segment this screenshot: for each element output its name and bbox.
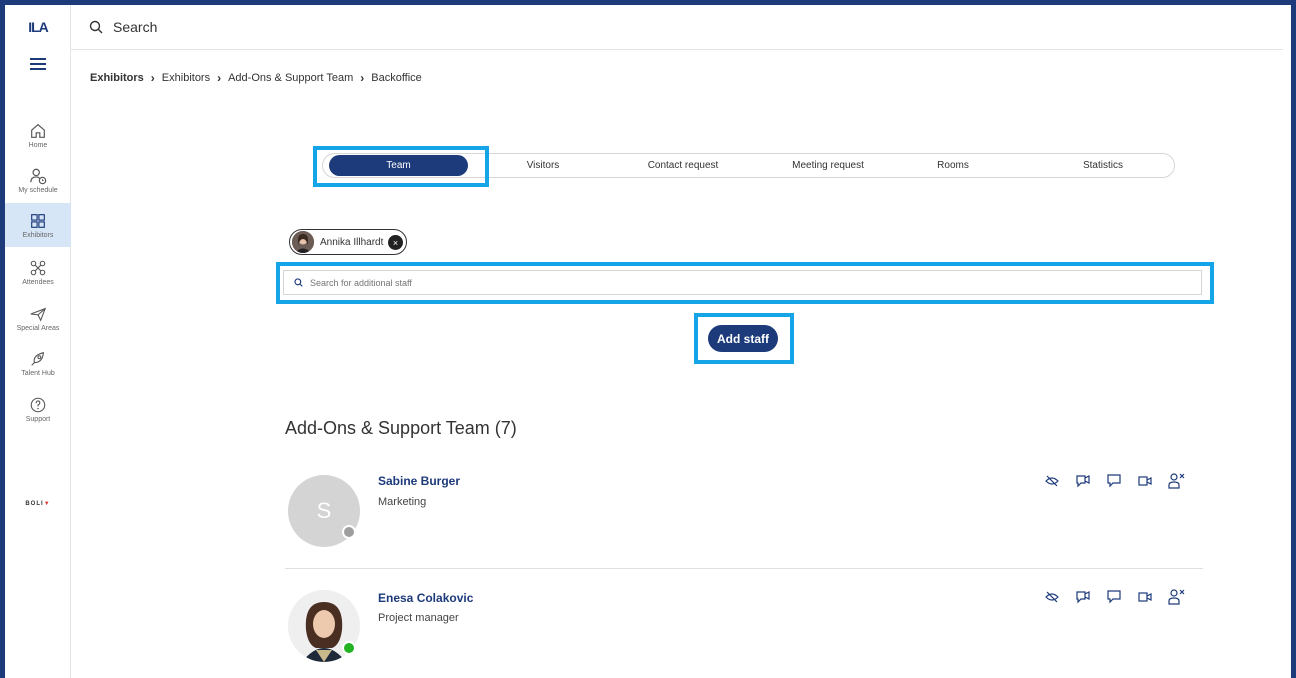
- team-section-title: Add-Ons & Support Team (7): [285, 418, 517, 438]
- tab-statistics[interactable]: Statistics: [1063, 154, 1143, 177]
- video-call-icon[interactable]: [1136, 588, 1154, 606]
- exhibitors-icon: [31, 213, 45, 228]
- menu-icon[interactable]: [5, 53, 71, 75]
- hide-icon[interactable]: [1043, 472, 1061, 490]
- remove-user-icon[interactable]: [1167, 588, 1185, 606]
- chevron-right-icon: ›: [217, 71, 222, 85]
- sidebar-item-label: My schedule: [18, 186, 58, 194]
- selected-staff-chip: Annika Illhardt ×: [289, 229, 407, 255]
- person-actions: [1030, 472, 1185, 490]
- sidebar-item-attendees[interactable]: Attendees: [5, 250, 71, 294]
- sidebar-item-label: Exhibitors: [22, 231, 54, 239]
- schedule-icon: [30, 168, 47, 184]
- sidebar-item-label: Attendees: [22, 278, 54, 286]
- search-icon: [89, 20, 103, 34]
- avatar: [292, 231, 314, 253]
- breadcrumb-item[interactable]: Add-Ons & Support Team: [228, 72, 353, 84]
- sidebar-item-talent-hub[interactable]: Talent Hub: [5, 341, 71, 385]
- close-icon[interactable]: ×: [388, 235, 403, 250]
- sidebar-item-label: Talent Hub: [21, 369, 55, 377]
- status-indicator: [342, 525, 356, 539]
- person-role: Project manager: [378, 612, 459, 624]
- sidebar-item-my-schedule[interactable]: My schedule: [5, 158, 71, 202]
- sidebar-item-label: Support: [25, 415, 51, 423]
- sidebar-item-exhibitors[interactable]: Exhibitors: [5, 203, 71, 247]
- sidebar-item-home[interactable]: Home: [5, 113, 71, 157]
- home-icon: [31, 123, 45, 138]
- person-name[interactable]: Enesa Colakovic: [378, 591, 473, 605]
- video-call-icon[interactable]: [1136, 472, 1154, 490]
- plane-icon: [30, 307, 47, 322]
- sidebar-item-label: Home: [28, 141, 48, 149]
- tab-contact-request[interactable]: Contact request: [628, 154, 738, 177]
- highlight-box: [313, 146, 489, 187]
- breadcrumb-item: Backoffice: [371, 72, 422, 84]
- video-chat-icon[interactable]: [1074, 472, 1092, 490]
- breadcrumb-item[interactable]: Exhibitors: [90, 72, 144, 84]
- top-search-bar[interactable]: Search: [71, 5, 1283, 50]
- sidebar-item-label: Special Areas: [16, 324, 60, 332]
- sidebar-item-support[interactable]: Support: [5, 387, 71, 431]
- search-input[interactable]: Search: [113, 19, 157, 35]
- video-chat-icon[interactable]: [1074, 588, 1092, 606]
- help-icon: [30, 397, 46, 412]
- highlight-box: [276, 262, 1214, 304]
- breadcrumb: Exhibitors › Exhibitors › Add-Ons & Supp…: [90, 71, 422, 85]
- sidebar-item-special-areas[interactable]: Special Areas: [5, 296, 71, 340]
- hide-icon[interactable]: [1043, 588, 1061, 606]
- person-role: Marketing: [378, 496, 427, 508]
- tab-visitors[interactable]: Visitors: [503, 154, 583, 177]
- chat-icon[interactable]: [1105, 472, 1123, 490]
- status-indicator: [342, 641, 356, 655]
- list-item: Enesa Colakovic Project manager: [285, 587, 1203, 678]
- attendees-icon: [30, 260, 46, 275]
- person-name[interactable]: Sabine Burger: [378, 474, 460, 488]
- remove-user-icon[interactable]: [1167, 472, 1185, 490]
- list-item: S Sabine Burger Marketing: [285, 470, 1203, 565]
- chip-label: Annika Illhardt: [320, 236, 384, 248]
- chevron-right-icon: ›: [150, 71, 155, 85]
- highlight-box: [694, 313, 794, 364]
- tab-rooms[interactable]: Rooms: [923, 154, 983, 177]
- app-frame: [0, 0, 1296, 678]
- app-logo[interactable]: ILA: [5, 5, 71, 49]
- chat-icon[interactable]: [1105, 588, 1123, 606]
- sidebar: ILA Home My schedule Exhibitors Attendee…: [5, 5, 71, 678]
- breadcrumb-item[interactable]: Exhibitors: [162, 72, 210, 84]
- divider: [285, 568, 1203, 569]
- rocket-icon: [31, 351, 45, 366]
- person-actions: [1030, 588, 1185, 606]
- tab-meeting-request[interactable]: Meeting request: [773, 154, 883, 177]
- brand-logo: BOLI▼: [25, 501, 51, 507]
- chevron-right-icon: ›: [360, 71, 365, 85]
